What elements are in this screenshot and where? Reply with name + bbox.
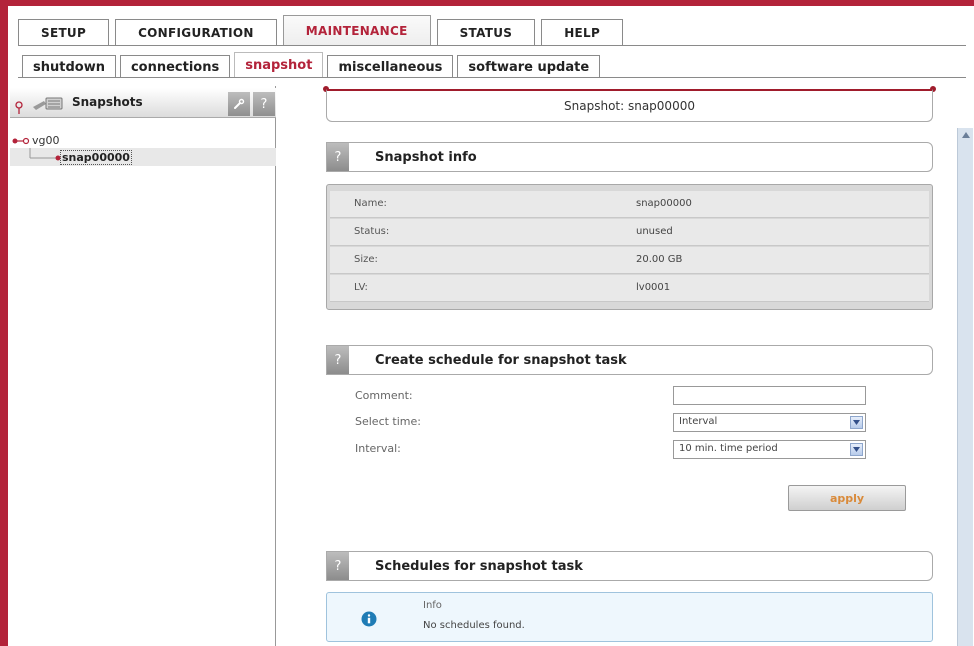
info-row-name: Name: snap00000	[330, 191, 929, 218]
comment-label: Comment:	[355, 389, 413, 402]
vertical-scrollbar[interactable]	[957, 128, 973, 646]
sub-tab-bar: shutdown connections snapshot miscellane…	[22, 52, 604, 78]
schedules-heading: Schedules for snapshot task	[375, 559, 583, 574]
main-tab-divider	[18, 45, 966, 46]
tab-setup[interactable]: SETUP	[18, 19, 110, 46]
tree-branch-icon	[29, 148, 61, 161]
info-key: Size:	[354, 254, 378, 265]
tab-shutdown[interactable]: shutdown	[22, 55, 116, 78]
info-value: unused	[636, 226, 673, 237]
tree-node-snap00000[interactable]: snap00000	[10, 148, 276, 166]
wrench-glyph-icon	[234, 98, 245, 109]
comment-field[interactable]	[673, 386, 866, 405]
snapshot-info-help-button[interactable]: ?	[327, 143, 349, 171]
window-left-border	[0, 0, 8, 646]
page-title: Snapshot: snap00000	[326, 89, 933, 122]
wrench-icon[interactable]	[228, 92, 250, 116]
interval-label: Interval:	[355, 442, 401, 455]
create-schedule-heading: Create schedule for snapshot task	[375, 353, 627, 368]
snapshot-info-header: ? Snapshot info	[326, 142, 933, 172]
info-value: lv0001	[636, 282, 671, 293]
tab-status[interactable]: STATUS	[436, 19, 536, 46]
info-key: Name:	[354, 198, 387, 209]
info-title: Info	[423, 600, 442, 611]
tree-node-vg00[interactable]: vg00	[12, 134, 132, 148]
info-value: 20.00 GB	[636, 254, 683, 265]
info-row-size: Size: 20.00 GB	[330, 247, 929, 274]
sidebar-header: Snapshots ?	[10, 88, 276, 118]
sidebar-title: Snapshots	[72, 95, 143, 109]
info-key: Status:	[354, 226, 390, 237]
schedules-header: ? Schedules for snapshot task	[326, 551, 933, 581]
tab-connections[interactable]: connections	[119, 55, 231, 78]
select-time-value: Interval	[679, 416, 718, 427]
tab-software-update[interactable]: software update	[457, 55, 601, 78]
tab-configuration[interactable]: CONFIGURATION	[115, 19, 277, 46]
chevron-down-icon[interactable]	[850, 443, 863, 456]
main-tab-bar: SETUP CONFIGURATION MAINTENANCE STATUS H…	[18, 15, 629, 46]
tab-miscellaneous[interactable]: miscellaneous	[327, 55, 454, 78]
info-row-status: Status: unused	[330, 219, 929, 246]
snapshots-sidebar: Snapshots ? vg00 snap00000	[10, 86, 276, 646]
tree-node-vg00-label: vg00	[32, 134, 60, 147]
select-time-label: Select time:	[355, 415, 421, 428]
interval-dropdown[interactable]: 10 min. time period	[673, 440, 866, 459]
tab-help[interactable]: HELP	[541, 19, 624, 46]
snapshot-info-heading: Snapshot info	[375, 150, 477, 165]
tree-expand-icon	[12, 137, 30, 145]
tree-node-snap00000-label: snap00000	[60, 150, 132, 165]
chevron-down-icon[interactable]	[850, 416, 863, 429]
sidebar-help-button[interactable]: ?	[253, 92, 275, 116]
sub-tab-divider	[18, 77, 966, 78]
info-icon	[361, 611, 377, 627]
apply-button[interactable]: apply	[788, 485, 906, 511]
info-value: snap00000	[636, 198, 692, 209]
create-schedule-header: ? Create schedule for snapshot task	[326, 345, 933, 375]
schedules-info-box: Info No schedules found.	[326, 592, 933, 642]
info-row-lv: LV: lv0001	[330, 275, 929, 302]
interval-value: 10 min. time period	[679, 443, 778, 454]
snapshot-camera-icon	[33, 97, 63, 110]
create-schedule-help-button[interactable]: ?	[327, 346, 349, 374]
snapshot-info-table: Name: snap00000 Status: unused Size: 20.…	[326, 184, 933, 310]
select-time-dropdown[interactable]: Interval	[673, 413, 866, 432]
info-message: No schedules found.	[423, 620, 525, 631]
schedules-help-button[interactable]: ?	[327, 552, 349, 580]
pin-icon	[15, 101, 23, 114]
scroll-up-icon[interactable]	[962, 132, 970, 138]
tab-maintenance[interactable]: MAINTENANCE	[282, 15, 431, 46]
info-key: LV:	[354, 282, 368, 293]
tab-snapshot[interactable]: snapshot	[234, 52, 324, 78]
